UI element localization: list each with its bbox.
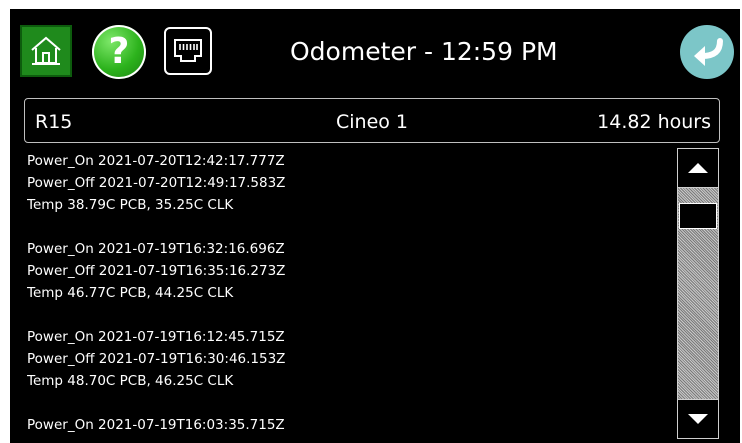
log-scrollbar[interactable]: [677, 148, 719, 439]
log-line: Temp 38.79C PCB, 35.25C CLK: [27, 197, 234, 213]
log-line: Power_On 2021-07-19T16:03:35.715Z: [27, 417, 285, 433]
log-line: Power_On 2021-07-20T12:42:17.777Z: [27, 153, 285, 169]
log-line: Power_Off 2021-07-20T12:49:17.583Z: [27, 175, 286, 191]
log-entry-group: Power_On 2021-07-19T16:03:35.715Z: [27, 414, 667, 436]
scroll-up-button[interactable]: [678, 149, 718, 188]
help-button[interactable]: ?: [92, 25, 146, 79]
page-title: Odometer - 12:59 PM: [290, 37, 558, 66]
triangle-down-icon: [688, 414, 708, 424]
log-entry-group: Power_On 2021-07-19T16:32:16.696Z Power_O…: [27, 238, 667, 304]
log-entry-group: Power_On 2021-07-20T12:42:17.777Z Power_O…: [27, 150, 667, 216]
back-arrow-icon: [694, 38, 723, 66]
ethernet-port-icon: [174, 39, 202, 62]
log-line: Power_Off 2021-07-19T16:35:16.273Z: [27, 263, 286, 279]
log-line: Power_On 2021-07-19T16:12:45.715Z: [27, 329, 285, 345]
log-line: Power_On 2021-07-19T16:32:16.696Z: [27, 241, 285, 257]
scroll-down-button[interactable]: [678, 399, 718, 438]
network-button[interactable]: [164, 27, 212, 75]
scroll-thumb[interactable]: [679, 202, 717, 229]
event-log-list: Power_On 2021-07-20T12:42:17.777Z Power_O…: [27, 150, 667, 443]
log-entry-group: Power_On 2021-07-19T16:12:45.715Z Power_O…: [27, 326, 667, 392]
log-line: Temp 48.70C PCB, 46.25C CLK: [27, 373, 234, 389]
home-button[interactable]: [20, 25, 72, 77]
log-line: Temp 46.77C PCB, 44.25C CLK: [27, 285, 234, 301]
home-icon: [31, 36, 61, 65]
log-line: Power_Off 2021-07-19T16:30:46.153Z: [27, 351, 286, 367]
triangle-up-icon: [688, 163, 708, 173]
help-icon: ?: [108, 31, 130, 72]
odometer-screen: ? Odometer - 12:59 PM R15 Cineo 1 14.82 …: [10, 9, 740, 443]
device-info-bar: R15 Cineo 1 14.82 hours: [24, 98, 720, 143]
operating-hours: 14.82 hours: [597, 111, 711, 133]
back-button[interactable]: [680, 25, 734, 79]
